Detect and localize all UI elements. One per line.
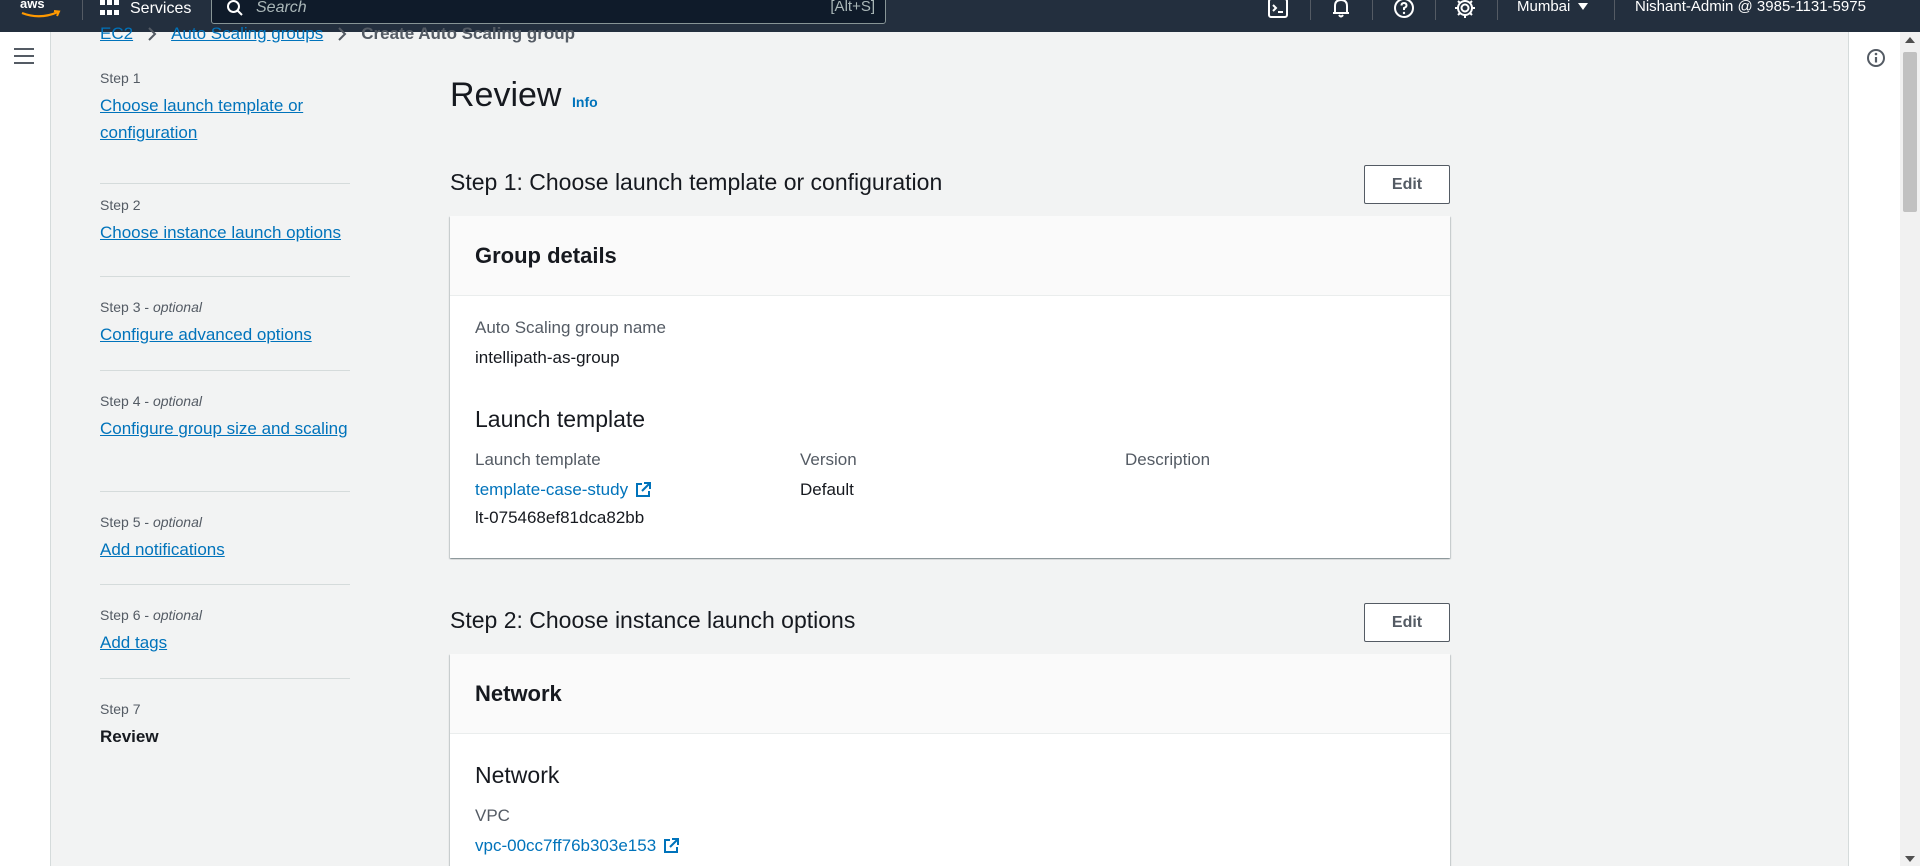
region-label: Mumbai — [1517, 0, 1571, 15]
step-link[interactable]: Choose launch template or configuration — [100, 92, 350, 146]
breadcrumb-current: Create Auto Scaling group — [361, 24, 576, 43]
wizard-step-4: Step 4 - optional Configure group size a… — [100, 371, 350, 492]
breadcrumb-auto-scaling-groups[interactable]: Auto Scaling groups — [171, 24, 323, 44]
page-title: Review — [450, 76, 562, 114]
step-number: Step 2 — [100, 197, 141, 213]
step-link[interactable]: Add tags — [100, 629, 350, 656]
tools-panel-bar — [1848, 32, 1900, 866]
launch-template-heading: Launch template — [475, 406, 646, 432]
nav-divider — [1435, 0, 1436, 20]
asg-name-value: intellipath-as-group — [475, 348, 620, 367]
search-input[interactable] — [256, 0, 776, 18]
version-value: Default — [800, 480, 854, 499]
menu-icon[interactable] — [14, 48, 34, 66]
launch-template-id: lt-075468ef81dca82bb — [475, 508, 645, 527]
panel-header: Group details — [450, 216, 1450, 296]
step-number: Step 3 - optional — [100, 299, 202, 315]
bell-icon[interactable] — [1329, 0, 1353, 20]
step-link[interactable]: Configure advanced options — [100, 321, 350, 348]
network-heading: Network — [475, 762, 560, 788]
asg-name-label: Auto Scaling group name — [475, 318, 666, 337]
account-menu[interactable]: Nishant-Admin @ 3985-1131-5975 — [1635, 0, 1866, 15]
edit-step1-button[interactable]: Edit — [1364, 165, 1450, 204]
vpc-link[interactable]: vpc-00cc7ff76b303e153 — [475, 836, 680, 856]
scrollbar-thumb[interactable] — [1903, 52, 1917, 212]
description-label: Description — [1125, 450, 1211, 469]
version-label: Version — [800, 450, 857, 469]
wizard-step-2: Step 2 Choose instance launch options — [100, 184, 350, 277]
wizard-step-3: Step 3 - optional Configure advanced opt… — [100, 277, 350, 371]
panel-header: Network — [450, 654, 1450, 734]
launch-template-label: Launch template — [475, 450, 601, 469]
edit-step2-button[interactable]: Edit — [1364, 603, 1450, 642]
caret-down-icon — [1578, 3, 1589, 10]
step-link[interactable]: Choose instance launch options — [100, 219, 350, 246]
info-link[interactable]: Info — [572, 94, 598, 110]
scroll-up-arrow-icon[interactable] — [1905, 37, 1915, 43]
breadcrumb-ec2[interactable]: EC2 — [100, 24, 133, 44]
wizard-step-7: Step 7 Review — [100, 679, 350, 759]
launch-template-link-text: template-case-study — [475, 480, 629, 499]
step-link[interactable]: Configure group size and scaling — [100, 415, 350, 442]
services-menu-button[interactable]: Services — [100, 0, 191, 18]
nav-divider — [1497, 0, 1498, 20]
launch-template-link[interactable]: template-case-study — [475, 480, 652, 500]
step-number: Step 5 - optional — [100, 514, 202, 530]
side-navigation-toggle-bar — [0, 32, 51, 866]
nav-divider — [1372, 0, 1373, 20]
vpc-label: VPC — [475, 806, 510, 825]
svg-text:aws: aws — [20, 0, 45, 11]
wizard-step-1: Step 1 Choose launch template or configu… — [100, 70, 350, 184]
wizard-step-6: Step 6 - optional Add tags — [100, 585, 350, 679]
search-box[interactable]: [Alt+S] — [211, 0, 886, 24]
cloudshell-icon[interactable] — [1266, 0, 1290, 20]
step-number: Step 1 — [100, 70, 141, 86]
region-selector[interactable]: Mumbai — [1517, 0, 1589, 15]
section-step1-title: Step 1: Choose launch template or config… — [450, 169, 943, 195]
wizard-step-5: Step 5 - optional Add notifications — [100, 492, 350, 585]
chevron-right-icon — [148, 27, 157, 41]
nav-divider — [1614, 0, 1615, 20]
scroll-down-arrow-icon[interactable] — [1905, 856, 1915, 862]
search-icon — [227, 0, 243, 16]
info-icon[interactable] — [1866, 48, 1886, 68]
services-label: Services — [130, 0, 192, 17]
vpc-link-text: vpc-00cc7ff76b303e153 — [475, 836, 657, 855]
gear-icon[interactable] — [1453, 0, 1477, 20]
wizard-steps-nav: Step 1 Choose launch template or configu… — [100, 70, 350, 759]
account-label: Nishant-Admin @ 3985-1131-5975 — [1635, 0, 1866, 15]
help-icon[interactable] — [1392, 0, 1416, 20]
chevron-right-icon — [338, 27, 347, 41]
external-link-icon — [636, 482, 652, 497]
network-panel: Network Network VPC vpc-00cc7ff76b303e15… — [450, 654, 1450, 866]
step-number: Step 6 - optional — [100, 607, 202, 623]
page-scrollbar[interactable] — [1900, 32, 1920, 866]
step-number: Step 4 - optional — [100, 393, 202, 409]
search-shortcut-hint: [Alt+S] — [830, 0, 875, 15]
step-current-label: Review — [100, 727, 159, 746]
group-details-panel: Group details Auto Scaling group name in… — [450, 216, 1450, 558]
breadcrumb: EC2 Auto Scaling groups Create Auto Scal… — [100, 23, 575, 45]
nav-divider — [1310, 0, 1311, 20]
aws-logo-icon[interactable]: aws — [18, 0, 64, 20]
external-link-icon — [664, 838, 680, 853]
section-step2-title: Step 2: Choose instance launch options — [450, 607, 856, 633]
nav-divider — [82, 0, 83, 20]
step-link[interactable]: Add notifications — [100, 536, 350, 563]
step-number: Step 7 — [100, 701, 141, 717]
grid-icon — [100, 0, 120, 18]
